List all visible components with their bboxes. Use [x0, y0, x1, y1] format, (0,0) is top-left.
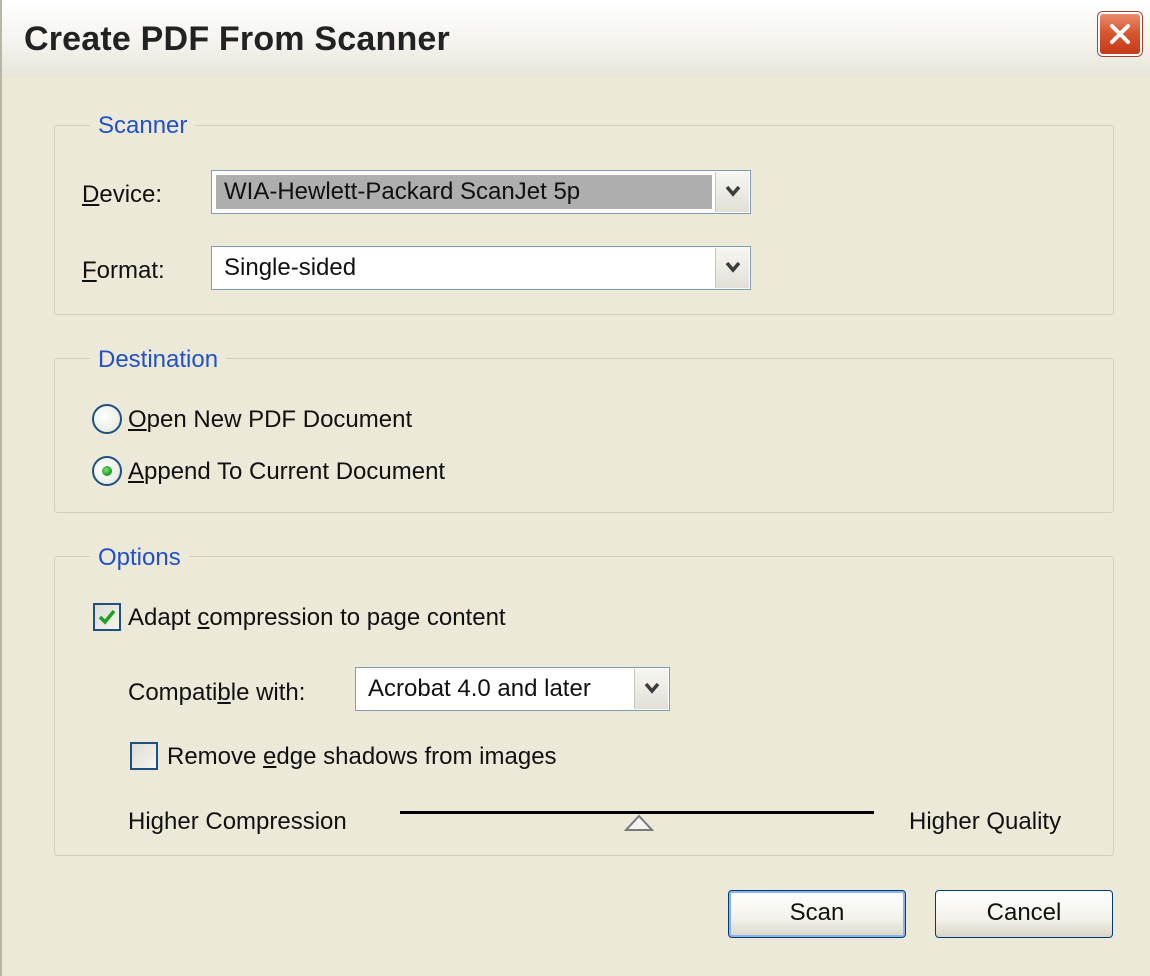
radio-open-new-pdf[interactable]	[92, 404, 122, 434]
radio-append-current[interactable]	[92, 456, 122, 486]
compatible-with-value: Acrobat 4.0 and later	[368, 675, 591, 702]
scan-button[interactable]: Scan	[728, 890, 906, 938]
close-button[interactable]	[1098, 12, 1142, 56]
compatible-with-label: Compatible with:	[128, 679, 306, 706]
cancel-button[interactable]: Cancel	[935, 890, 1113, 938]
dialog-window: Create PDF From Scanner Scanner Device: …	[0, 0, 1150, 976]
device-select-value: WIA-Hewlett-Packard ScanJet 5p	[216, 175, 712, 209]
options-legend: Options	[90, 544, 189, 572]
format-dropdown-button[interactable]	[715, 248, 749, 288]
slider-thumb-icon[interactable]	[624, 814, 654, 832]
compatible-with-select[interactable]: Acrobat 4.0 and later	[355, 667, 670, 711]
checkmark-icon	[98, 609, 116, 625]
adapt-compression-checkbox[interactable]	[93, 603, 121, 631]
destination-group	[54, 358, 1114, 513]
format-select[interactable]: Single-sided	[211, 246, 751, 290]
chevron-down-icon	[644, 682, 660, 694]
chevron-down-icon	[725, 185, 741, 197]
format-label: Format:	[82, 257, 165, 284]
remove-shadows-checkbox[interactable]	[130, 742, 158, 770]
device-dropdown-button[interactable]	[715, 172, 749, 212]
close-icon	[1110, 24, 1130, 44]
remove-shadows-label[interactable]: Remove edge shadows from images	[167, 743, 557, 771]
device-label: Device:	[82, 181, 163, 208]
dialog-title: Create PDF From Scanner	[24, 20, 450, 58]
radio-append-current-label[interactable]: Append To Current Document	[128, 458, 445, 486]
radio-selected-dot	[102, 466, 112, 476]
format-select-value: Single-sided	[224, 254, 357, 281]
adapt-compression-label[interactable]: Adapt compression to page content	[128, 604, 506, 632]
compatible-with-dropdown-button[interactable]	[634, 669, 668, 709]
device-select[interactable]: WIA-Hewlett-Packard ScanJet 5p	[211, 170, 751, 214]
radio-open-new-pdf-label[interactable]: Open New PDF Document	[128, 406, 412, 434]
slider-left-label: Higher Compression	[128, 808, 347, 835]
slider-right-label: Higher Quality	[909, 808, 1062, 835]
scanner-legend: Scanner	[90, 112, 196, 140]
title-bar[interactable]: Create PDF From Scanner	[2, 0, 1150, 78]
chevron-down-icon	[725, 261, 741, 273]
destination-legend: Destination	[90, 346, 227, 374]
